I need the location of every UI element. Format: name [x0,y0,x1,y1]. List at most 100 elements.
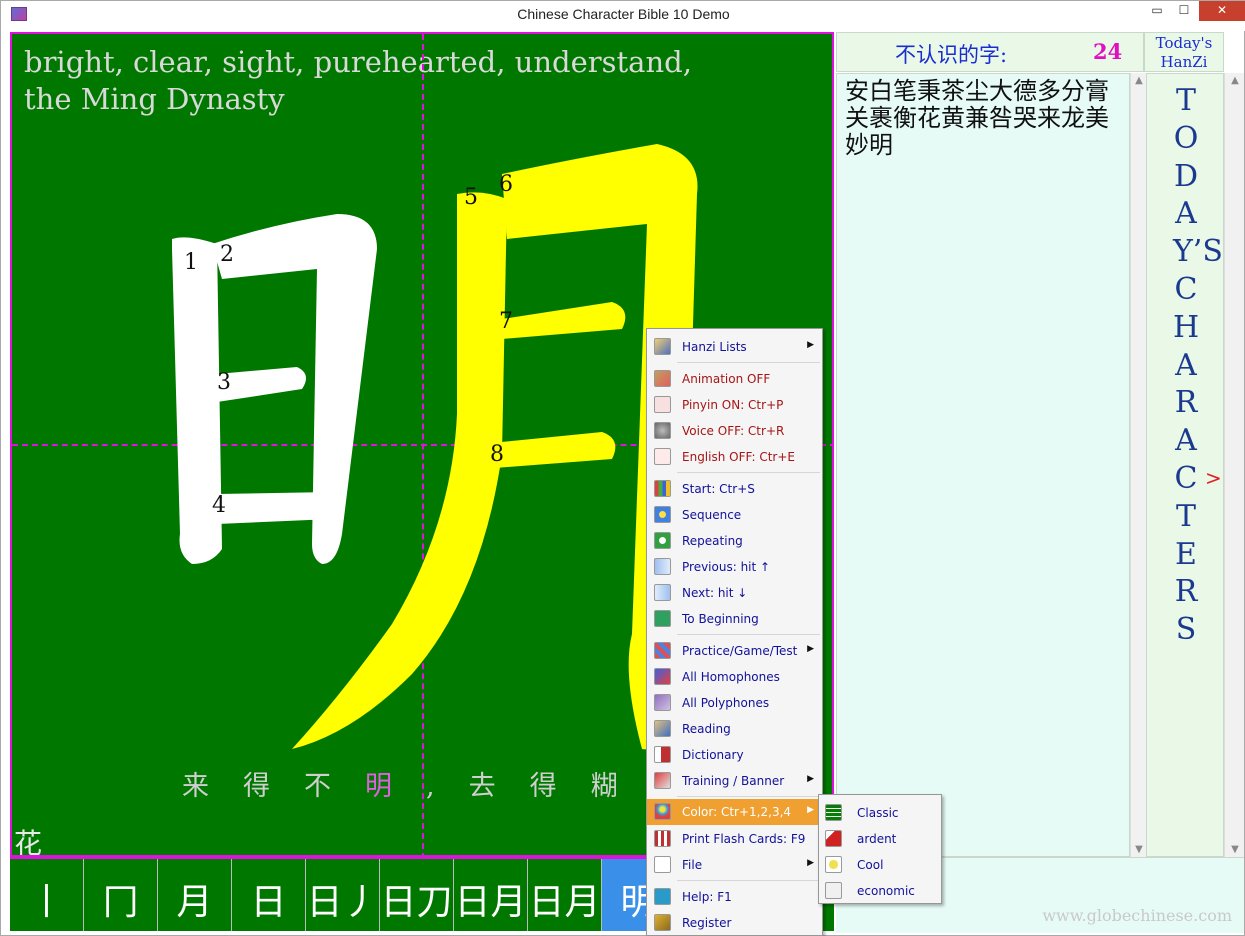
todays-hanzi-line2: HanZi [1160,53,1208,71]
menu-item-english[interactable]: English OFF: Ctr+E [647,444,822,470]
key-icon [654,914,671,931]
grid-icon [654,642,671,659]
title-bar: Chinese Character Bible 10 Demo ▭ ☐ ✕ [1,1,1245,31]
menu-item-practice-game-test[interactable]: Practice/Game/Test ▶ [647,638,822,664]
character-list-scrollbar[interactable]: ▲ ▼ [1130,73,1146,857]
todays-hanzi-line1: Today's [1155,34,1213,52]
sequence-step-glyph: 丨 [28,882,65,923]
polyphone-icon [654,694,671,711]
unknown-characters-panel[interactable]: 安白笔秉茶尘大德多分膏关裹衡花黄兼咎哭来龙美妙明 [836,73,1130,857]
balloon-icon [654,803,671,820]
drink-icon [825,856,842,873]
speaker-icon [654,422,671,439]
menu-item-start[interactable]: Start: Ctr+S [647,476,822,502]
stroke-number-6: 6 [499,172,513,197]
sun-radical-strokes [172,214,377,565]
sequence-step-glyph: 冂 [102,882,139,923]
reading-icon [654,720,671,737]
flower-icon [654,506,671,523]
todays-hanzi-button[interactable]: Today's HanZi [1144,32,1224,72]
menu-item-voice[interactable]: Voice OFF: Ctr+R [647,418,822,444]
stroke-number-4: 4 [212,493,226,518]
unknown-characters-count: 24 [1093,39,1123,64]
menu-item-previous[interactable]: Previous: hit ↑ [647,554,822,580]
todays-characters-title: TODAY’S CHARACTERS [1173,83,1223,648]
stroke-number-5: 5 [464,185,478,210]
menu-item-to-beginning[interactable]: To Beginning [647,606,822,632]
todays-characters-scrollbar[interactable]: ▲ ▼ [1224,73,1244,857]
menu-item-pinyin[interactable]: Pinyin ON: Ctr+P [647,392,822,418]
example-highlight: 明 [365,771,426,802]
menu-item-dictionary[interactable]: Dictionary [647,742,822,768]
menu-item-sequence[interactable]: Sequence [647,502,822,528]
stroke-7 [502,302,626,339]
context-menu: Hanzi Lists ▶ Animation OFF Pinyin ON: Ct… [646,328,823,936]
arrow-left-icon [654,558,671,575]
app-window: Chinese Character Bible 10 Demo ▭ ☐ ✕ br… [0,0,1245,936]
dictionary-icon [654,746,671,763]
window-title: Chinese Character Bible 10 Demo [517,6,730,22]
file-icon [654,856,671,873]
chili-icon [825,830,842,847]
sequence-step-5[interactable]: 日丿 [306,859,380,931]
color-submenu: Classic ardent Cool economic [818,794,942,904]
letter-a-icon [654,448,671,465]
menu-item-next[interactable]: Next: hit ↓ [647,580,822,606]
stroke-number-2: 2 [220,242,234,267]
menu-item-all-polyphones[interactable]: All Polyphones [647,690,822,716]
menu-item-animation[interactable]: Animation OFF [647,366,822,392]
menu-item-help[interactable]: Help: F1 [647,884,822,910]
sequence-step-7[interactable]: 日月 [454,859,528,931]
sequence-step-2[interactable]: 冂 [84,859,158,931]
menu-item-file[interactable]: File ▶ [647,852,822,878]
scroll-down-arrow-icon[interactable]: ▼ [1131,844,1147,855]
todays-characters-panel[interactable]: TODAY’S CHARACTERS > [1146,73,1224,857]
maximize-button[interactable]: ☐ [1171,1,1197,21]
sequence-step-8[interactable]: 日月 [528,859,602,931]
minimize-button[interactable]: ▭ [1143,1,1171,21]
previous-character[interactable]: 花 [14,822,42,855]
arrow-right-icon [654,584,671,601]
unknown-characters-header: 不认识的字: 24 [836,32,1144,72]
menu-item-hanzi-lists[interactable]: Hanzi Lists ▶ [647,334,822,360]
stroke-number-8: 8 [490,442,504,467]
unknown-characters-list[interactable]: 安白笔秉茶尘大德多分膏关裹衡花黄兼咎哭来龙美妙明 [845,78,1127,159]
stroke-number-7: 7 [499,309,513,334]
sequence-step-3[interactable]: 月 [158,859,232,931]
pinyin-icon [654,396,671,413]
color-option-economic[interactable]: economic [819,878,941,904]
expand-arrow-icon[interactable]: > [1205,466,1222,490]
recycle-icon [654,532,671,549]
scroll-up-arrow-icon[interactable]: ▲ [1225,75,1245,86]
close-button[interactable]: ✕ [1199,1,1245,21]
color-option-cool[interactable]: Cool [819,852,941,878]
menu-item-color[interactable]: Color: Ctr+1,2,3,4 ▶ [647,799,822,825]
sequence-step-1[interactable]: 丨 [10,859,84,931]
sequence-step-6[interactable]: 日刀 [380,859,454,931]
sequence-step-glyph: 日月 [454,882,527,923]
windows-flag-icon [654,480,671,497]
color-option-ardent[interactable]: ardent [819,826,941,852]
training-icon [654,772,671,789]
menu-item-reading[interactable]: Reading [647,716,822,742]
color-option-classic[interactable]: Classic [819,800,941,826]
stroke-number-3: 3 [217,370,231,395]
sequence-step-glyph: 日月 [528,882,601,923]
stroke-4 [217,492,332,524]
sequence-step-glyph: 月 [176,882,213,923]
menu-item-all-homophones[interactable]: All Homophones [647,664,822,690]
sequence-step-4[interactable]: 日 [232,859,306,931]
menu-item-training-banner[interactable]: Training / Banner ▶ [647,768,822,794]
example-before: 来得不 [182,771,365,802]
stroke-number-1: 1 [184,250,198,275]
unknown-characters-label: 不认识的字: [895,43,1008,67]
homophone-icon [654,668,671,685]
menu-item-repeating[interactable]: Repeating [647,528,822,554]
scroll-down-arrow-icon[interactable]: ▼ [1225,844,1245,855]
reset-icon [654,610,671,627]
menu-item-print-flash-cards[interactable]: Print Flash Cards: F9 [647,826,822,852]
menu-item-register[interactable]: Register [647,910,822,936]
scroll-up-arrow-icon[interactable]: ▲ [1131,75,1147,86]
example-phrase: 来得不明,去得糊涂 [182,764,713,803]
sequence-step-glyph: 日刀 [380,882,453,923]
